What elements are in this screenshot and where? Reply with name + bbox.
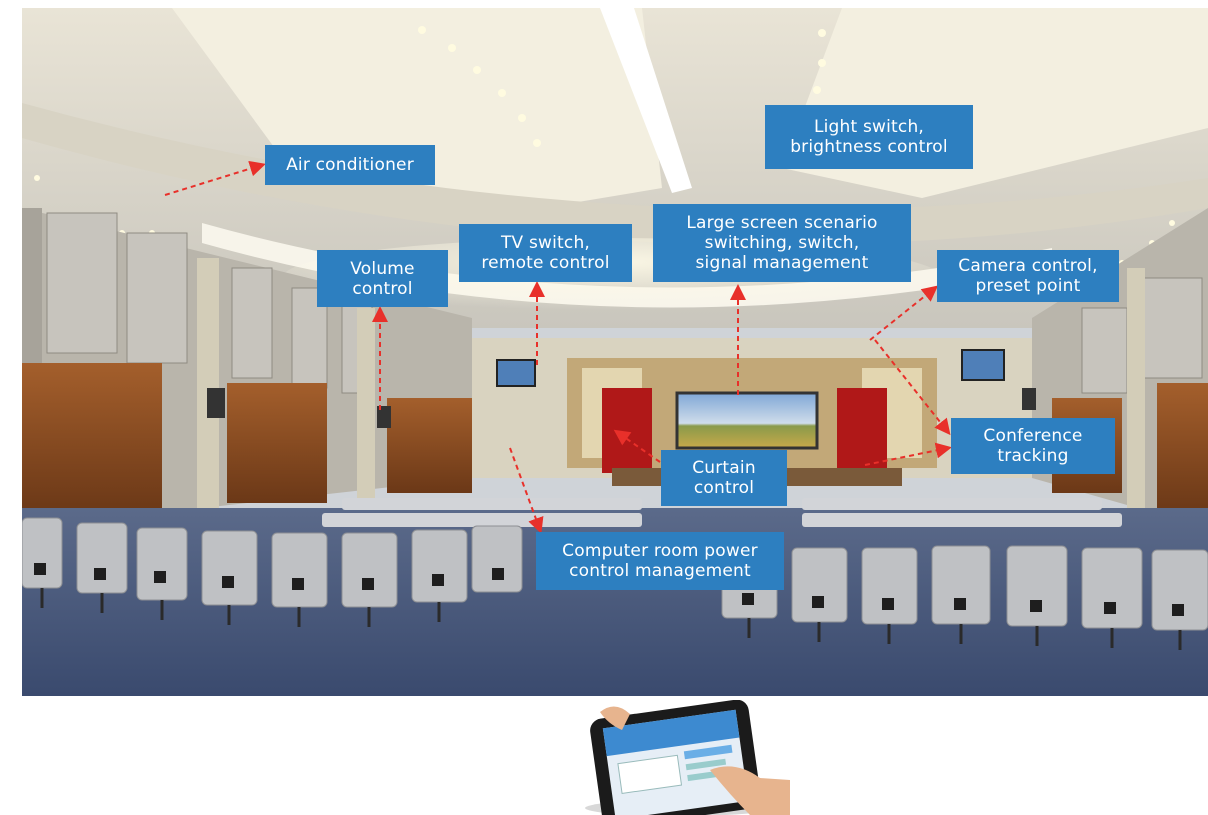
label-curtain: Curtain control [661,450,787,506]
tablet-control-icon [585,700,790,815]
conference-hall-photo [22,8,1208,696]
left-margin [0,0,22,696]
label-large-screen: Large screen scenario switching, switch,… [653,204,911,282]
label-power: Computer room power control management [536,532,784,590]
label-tv-switch: TV switch, remote control [459,224,632,282]
label-conference: Conference tracking [951,418,1115,474]
label-camera: Camera control, preset point [937,250,1119,302]
label-light-switch: Light switch, brightness control [765,105,973,169]
diagram-canvas: Air conditioner Light switch, brightness… [0,0,1208,815]
hall-illustration [22,8,1208,696]
label-air-conditioner: Air conditioner [265,145,435,185]
label-volume: Volume control [317,250,448,307]
